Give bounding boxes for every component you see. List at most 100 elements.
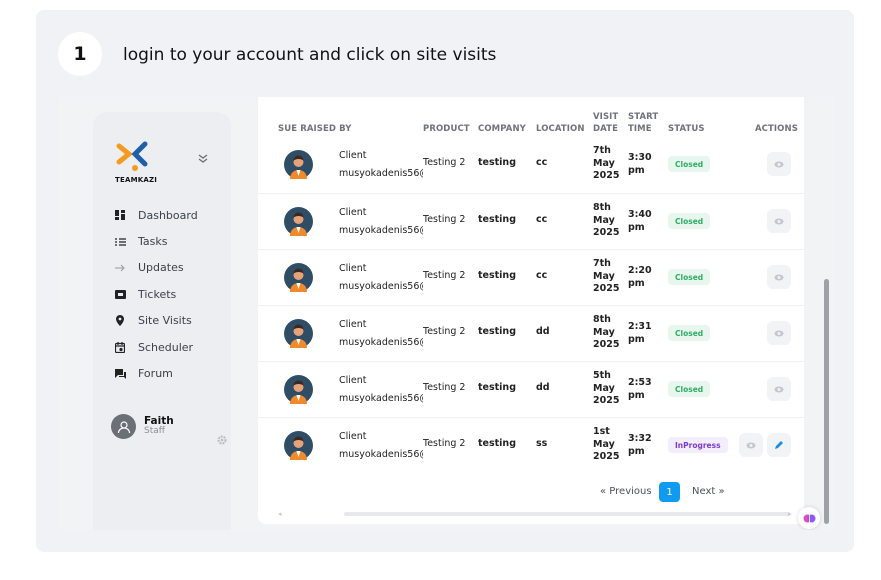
visit-date-day: 7th	[593, 258, 611, 269]
eye-icon	[774, 161, 784, 167]
header-actions: ACTIONS	[755, 124, 798, 134]
sidebar-item-label: Forum	[138, 367, 173, 381]
sidebar-item-label: Site Visits	[138, 314, 192, 328]
location-cell: dd	[536, 326, 550, 337]
visit-date-day: 8th	[593, 202, 611, 213]
visit-date-year: 2025	[593, 451, 620, 462]
visit-date-cell: 1st May 2025	[593, 426, 621, 464]
header-start-time-line2: TIME	[628, 124, 652, 134]
user-profile[interactable]: Faith Staff	[111, 414, 174, 439]
location-cell: cc	[536, 270, 548, 281]
vertical-scrollbar[interactable]	[824, 279, 829, 524]
visit-date-day: 5th	[593, 370, 611, 381]
start-time-period: pm	[628, 165, 645, 176]
sidebar-item-tasks[interactable]: Tasks	[114, 228, 198, 254]
eye-icon	[746, 442, 756, 448]
pagination: « Previous 1 Next »	[258, 482, 804, 502]
client-avatar	[284, 263, 313, 292]
client-name: Client	[339, 431, 367, 442]
avatar	[111, 414, 136, 439]
view-button[interactable]	[767, 377, 791, 401]
company-cell: testing	[478, 157, 516, 168]
user-role: Staff	[144, 426, 165, 437]
eye-icon	[774, 218, 784, 224]
client-email: musyokadenis56@	[339, 225, 423, 236]
chevron-down-icon[interactable]	[197, 152, 209, 164]
sidebar-item-updates[interactable]: Updates	[114, 255, 198, 281]
status-badge: Closed	[668, 213, 711, 229]
start-time-clock: 3:30	[628, 152, 652, 163]
view-button[interactable]	[739, 433, 763, 457]
table-row: Client musyokadenis56@ Testing 2 testing dd 8…	[258, 305, 804, 362]
sidebar-item-scheduler[interactable]: Scheduler	[114, 334, 198, 360]
table-row: Client musyokadenis56@ Testing 2 testing cc 7…	[258, 249, 804, 306]
eye-icon	[774, 386, 784, 392]
product-cell: Testing 2	[423, 438, 466, 449]
pagination-next[interactable]: Next »	[692, 486, 725, 497]
location-pin-icon	[114, 315, 126, 327]
header-product: PRODUCT	[423, 124, 470, 134]
sidebar-item-forum[interactable]: Forum	[114, 360, 198, 386]
visit-date-cell: 8th May 2025	[593, 314, 621, 352]
visit-date-year: 2025	[593, 227, 620, 238]
edit-button[interactable]	[767, 433, 791, 457]
visit-date-year: 2025	[593, 283, 620, 294]
start-time-period: pm	[628, 278, 645, 289]
company-cell: testing	[478, 382, 516, 393]
sidebar-item-dashboard[interactable]: Dashboard	[114, 202, 198, 228]
company-cell: testing	[478, 214, 516, 225]
pagination-previous[interactable]: « Previous	[600, 486, 652, 497]
header-company: COMPANY	[478, 124, 526, 134]
header-start-time-line1: START	[628, 112, 659, 122]
updates-icon	[114, 262, 126, 274]
company-cell: testing	[478, 438, 516, 449]
visit-date-cell: 7th May 2025	[593, 258, 621, 296]
client-email: musyokadenis56@	[339, 281, 423, 292]
client-avatar	[284, 431, 313, 460]
start-time-clock: 2:53	[628, 377, 652, 388]
logo-text: TEAMKAZI	[115, 176, 158, 184]
status-badge: Closed	[668, 381, 711, 397]
visit-date-year: 2025	[593, 170, 620, 181]
view-button[interactable]	[767, 152, 791, 176]
header-status: STATUS	[668, 124, 705, 134]
visit-date-month: May	[593, 157, 615, 169]
visit-date-month: May	[593, 326, 615, 338]
sidebar-item-tickets[interactable]: Tickets	[114, 281, 198, 307]
start-time-clock: 3:32	[628, 433, 652, 444]
step-card: 1 login to your account and click on sit…	[36, 10, 854, 552]
status-badge: InProgress	[668, 437, 728, 453]
table-row: Client musyokadenis56@ Testing 2 testing dd 5…	[258, 361, 804, 418]
start-time-cell: 2:31 pm	[628, 320, 656, 346]
header-visit-date-line1: VISIT	[593, 112, 619, 122]
scroll-right-arrow[interactable]: ▸	[788, 510, 792, 518]
product-cell: Testing 2	[423, 157, 466, 168]
start-time-cell: 2:20 pm	[628, 264, 656, 290]
header-raised-by: SUE RAISED BY	[278, 124, 352, 134]
sidebar-item-site-visits[interactable]: Site Visits	[114, 308, 198, 334]
horizontal-scrollbar[interactable]	[344, 512, 790, 516]
gear-icon[interactable]	[216, 434, 228, 446]
view-button[interactable]	[767, 265, 791, 289]
visit-date-cell: 8th May 2025	[593, 202, 621, 240]
brain-icon[interactable]	[798, 507, 820, 529]
location-cell: cc	[536, 214, 548, 225]
start-time-period: pm	[628, 446, 645, 457]
start-time-cell: 3:30 pm	[628, 151, 656, 177]
scroll-left-arrow[interactable]: ◂	[278, 510, 282, 518]
client-name: Client	[339, 319, 367, 330]
start-time-clock: 2:31	[628, 321, 652, 332]
client-email: musyokadenis56@	[339, 449, 423, 460]
client-email: musyokadenis56@	[339, 337, 423, 348]
visit-date-month: May	[593, 270, 615, 282]
product-cell: Testing 2	[423, 326, 466, 337]
step-instruction: login to your account and click on site …	[123, 45, 497, 65]
client-email: musyokadenis56@	[339, 393, 423, 404]
view-button[interactable]	[767, 209, 791, 233]
sidebar-item-label: Dashboard	[138, 208, 198, 222]
view-button[interactable]	[767, 321, 791, 345]
pagination-current-page[interactable]: 1	[659, 482, 680, 502]
header-visit-date: VISIT DATE	[593, 111, 618, 135]
start-time-period: pm	[628, 222, 645, 233]
visit-date-month: May	[593, 382, 615, 394]
